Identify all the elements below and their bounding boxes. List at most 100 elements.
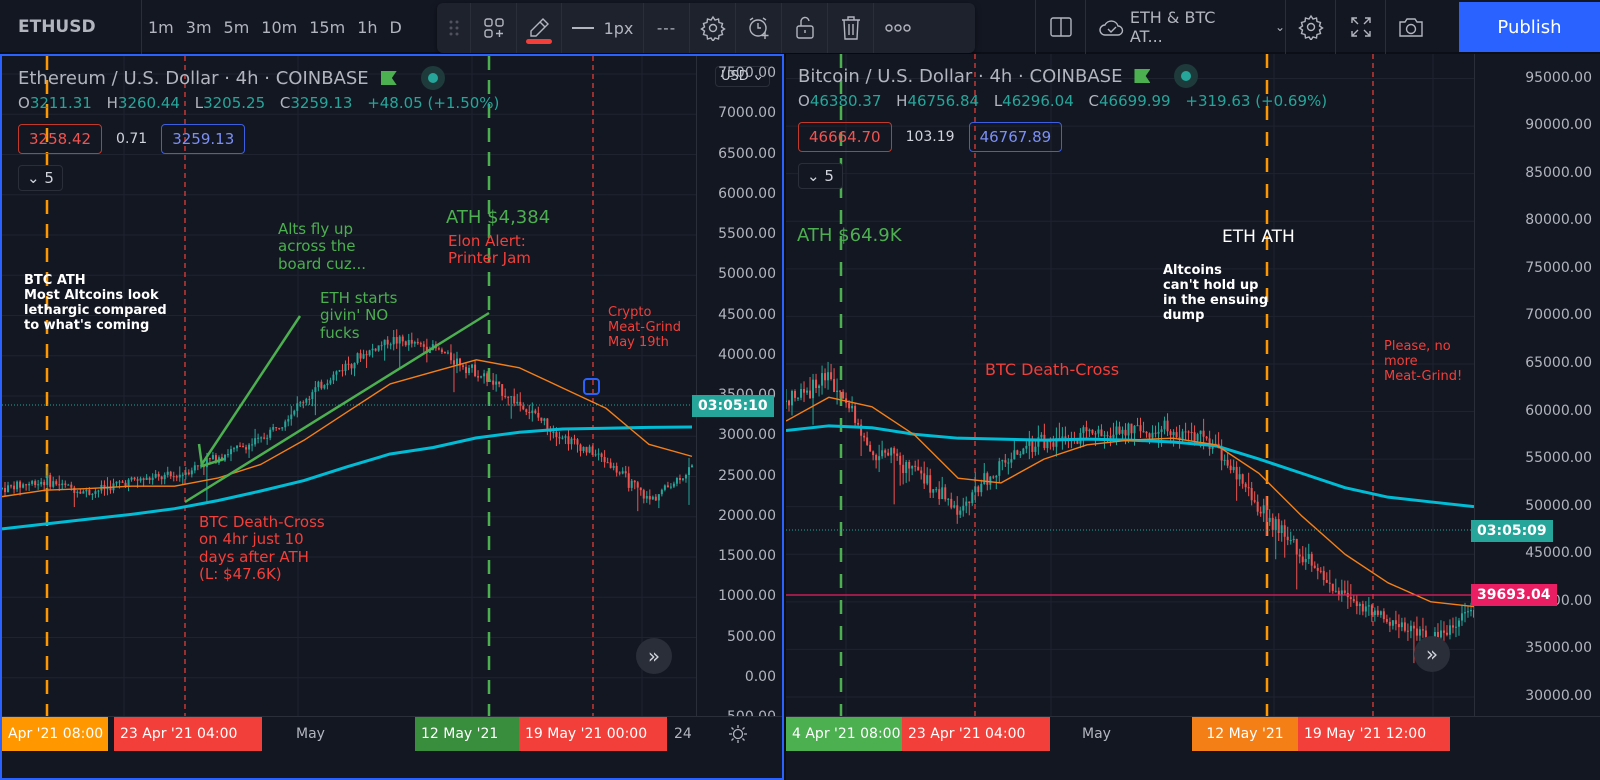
candle-body xyxy=(1406,630,1409,632)
price-tick-label: 50000.00 xyxy=(1525,497,1592,514)
interval-15m[interactable]: 15m xyxy=(309,18,345,37)
flag-icon[interactable] xyxy=(1134,69,1151,83)
candle-body xyxy=(1139,425,1142,432)
buy-button[interactable]: 3259.13 xyxy=(161,124,246,154)
candle-body xyxy=(46,475,49,486)
candle-body xyxy=(43,481,46,486)
eth-legend-title[interactable]: Ethereum / U.S. Dollar · 4h · COINBASE xyxy=(18,66,445,90)
eth-plot[interactable] xyxy=(2,56,696,722)
add-alert-button[interactable] xyxy=(736,3,782,53)
candle-body xyxy=(52,481,55,487)
candle-body xyxy=(287,419,290,422)
candle-body xyxy=(1181,431,1184,440)
delete-button[interactable] xyxy=(828,3,874,53)
candle-body xyxy=(248,444,251,450)
candle-body xyxy=(812,379,815,399)
interval-3m[interactable]: 3m xyxy=(186,18,212,37)
candle-body xyxy=(350,364,353,369)
eth-chart-pane[interactable]: Ethereum / U.S. Dollar · 4h · COINBASE O… xyxy=(0,54,784,780)
settings-sun-icon[interactable] xyxy=(728,724,748,744)
candle-body xyxy=(920,470,923,474)
candle-body xyxy=(296,403,299,411)
lock-button[interactable] xyxy=(782,3,828,53)
candle-body xyxy=(455,358,458,365)
snapshot-button[interactable] xyxy=(1385,0,1435,54)
drag-handle[interactable] xyxy=(437,3,471,53)
price-tick-label: 5500.00 xyxy=(718,226,776,242)
annotation-death-cross[interactable]: BTC Death-Cross on 4hr just 10 days afte… xyxy=(199,513,325,583)
annotation-eth-starts[interactable]: ETH starts givin' NO fucks xyxy=(320,289,397,342)
eth-time-axis[interactable]: Apr '21 08:00 23 Apr '21 04:00 May 12 Ma… xyxy=(2,716,782,752)
candle-body xyxy=(94,491,97,494)
candle-body xyxy=(377,345,380,351)
annotation-btc-ath[interactable]: ATH $64.9K xyxy=(797,225,902,247)
annotation-death-cross[interactable]: BTC Death-Cross xyxy=(985,360,1119,379)
candle-body xyxy=(1283,525,1286,537)
annotation-meat-grind[interactable]: Crypto Meat-Grind May 19th xyxy=(608,305,681,351)
sell-button[interactable]: 46664.70 xyxy=(798,122,892,152)
candle-body xyxy=(977,486,980,493)
candle-body xyxy=(223,454,226,461)
scroll-to-realtime-button[interactable]: » xyxy=(636,638,672,674)
candle-body xyxy=(1403,622,1406,631)
chart-settings-button[interactable] xyxy=(1285,0,1335,54)
candle-body xyxy=(992,476,995,478)
annotation-altcoins[interactable]: Altcoins can't hold up in the ensuing du… xyxy=(1163,263,1268,324)
candle-body xyxy=(552,431,555,433)
candle-body xyxy=(1385,619,1388,622)
line-width-button[interactable]: 1px xyxy=(562,3,644,53)
indicators-toggle[interactable]: ⌄ 5 xyxy=(798,163,843,189)
drawing-settings-button[interactable] xyxy=(690,3,736,53)
spread-value: 103.19 xyxy=(905,129,955,145)
annotation-btc-ath[interactable]: BTC ATH Most Altcoins look lethargic com… xyxy=(24,273,167,334)
annotation-no-more[interactable]: Please, no more Meat-Grind! xyxy=(1384,339,1462,385)
candle-body xyxy=(869,444,872,452)
close-label: C xyxy=(279,94,291,112)
interval-1m[interactable]: 1m xyxy=(148,18,174,37)
candle-body xyxy=(353,362,356,369)
candle-body xyxy=(606,462,609,464)
fullscreen-button[interactable] xyxy=(1335,0,1385,54)
scroll-to-realtime-button[interactable]: » xyxy=(1414,636,1450,672)
annotation-elon-alert[interactable]: Elon Alert: Printer Jam xyxy=(448,232,531,268)
templates-button[interactable] xyxy=(471,3,517,53)
more-button[interactable] xyxy=(874,3,922,53)
btc-plot[interactable] xyxy=(786,54,1474,716)
candle-body xyxy=(672,483,675,487)
candle-body xyxy=(55,481,58,485)
line-color-button[interactable] xyxy=(517,3,562,53)
btc-time-axis[interactable]: 4 Apr '21 08:00 23 Apr '21 04:00 May 12 … xyxy=(786,716,1600,752)
candle-body xyxy=(848,403,851,409)
line-style-button[interactable]: --- xyxy=(644,3,690,53)
publish-button[interactable]: Publish xyxy=(1459,2,1600,52)
candle-body xyxy=(788,400,791,406)
btc-price-axis[interactable]: 95000.00 90000.00 85000.00 80000.00 75000.00… xyxy=(1474,54,1600,716)
interval-d[interactable]: D xyxy=(390,18,402,37)
price-tick-label: 70000.00 xyxy=(1525,307,1592,324)
interval-10m[interactable]: 10m xyxy=(261,18,297,37)
candle-body xyxy=(1094,433,1097,435)
layout-name-button[interactable]: ETH & BTC AT... ⌄ xyxy=(1085,0,1285,54)
eth-price-axis[interactable]: USD ⌄ 7500.00 7000.00 6500.00 6000.00 5500.0… xyxy=(696,56,782,725)
candle-body xyxy=(344,363,347,372)
symbol-search-button[interactable]: ETHUSD xyxy=(0,0,142,54)
candle-body xyxy=(25,484,28,486)
layout-button[interactable] xyxy=(1035,0,1085,54)
candle-body xyxy=(827,372,830,381)
flag-icon[interactable] xyxy=(380,71,397,85)
annotation-eth-ath[interactable]: ATH $4,384 xyxy=(446,207,550,229)
btc-chart-pane[interactable]: Bitcoin / U.S. Dollar · 4h · COINBASE O4… xyxy=(786,54,1600,780)
time-label-eth-ath: 12 May '21 xyxy=(415,717,519,751)
buy-button[interactable]: 46767.89 xyxy=(968,122,1063,152)
annotation-alts-fly[interactable]: Alts fly up across the board cuz... xyxy=(278,220,366,273)
indicators-toggle[interactable]: ⌄ 5 xyxy=(18,165,63,191)
interval-1h[interactable]: 1h xyxy=(357,18,377,37)
candle-body xyxy=(1349,597,1352,600)
sell-button[interactable]: 3258.42 xyxy=(18,124,103,154)
interval-5m[interactable]: 5m xyxy=(224,18,250,37)
high-label: H xyxy=(106,94,118,112)
price-tick-label: 6000.00 xyxy=(718,185,776,202)
btc-legend-title[interactable]: Bitcoin / U.S. Dollar · 4h · COINBASE xyxy=(798,64,1199,88)
candle-body xyxy=(1352,599,1355,602)
annotation-eth-ath[interactable]: ETH ATH xyxy=(1222,227,1295,248)
